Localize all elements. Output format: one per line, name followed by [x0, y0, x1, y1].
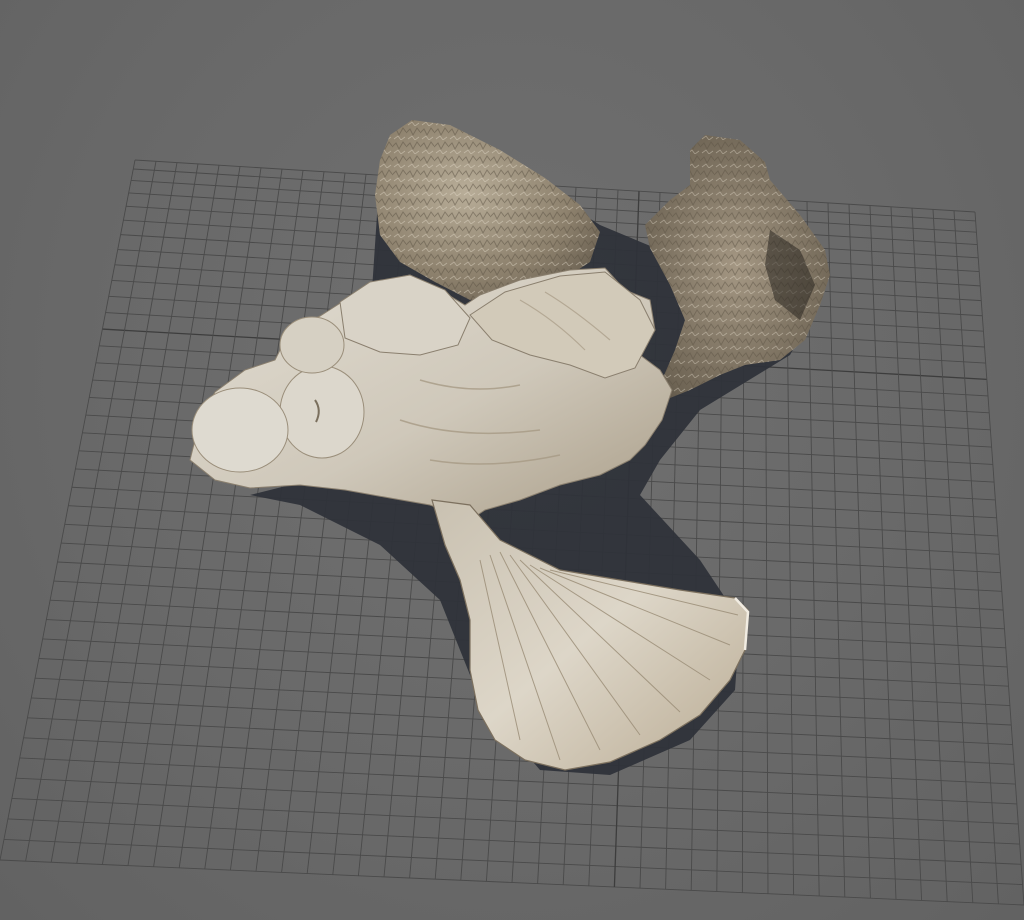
- grid-line: [101, 165, 220, 865]
- grid-line: [932, 209, 974, 903]
- round-knob: [279, 365, 365, 459]
- grid-line: [76, 163, 199, 864]
- grid-line: [127, 166, 241, 866]
- grid-line: [178, 169, 283, 868]
- viewport-canvas[interactable]: [0, 0, 1024, 920]
- grid-line: [974, 211, 1024, 906]
- rough-fragment-right[interactable]: [645, 135, 830, 398]
- front-lobe: [191, 387, 289, 473]
- grid-line: [255, 172, 346, 872]
- 3d-viewport[interactable]: [0, 0, 1024, 920]
- small-knob: [279, 316, 345, 374]
- grid-line: [204, 170, 304, 870]
- grid-line: [25, 161, 157, 862]
- grid-line: [953, 210, 999, 904]
